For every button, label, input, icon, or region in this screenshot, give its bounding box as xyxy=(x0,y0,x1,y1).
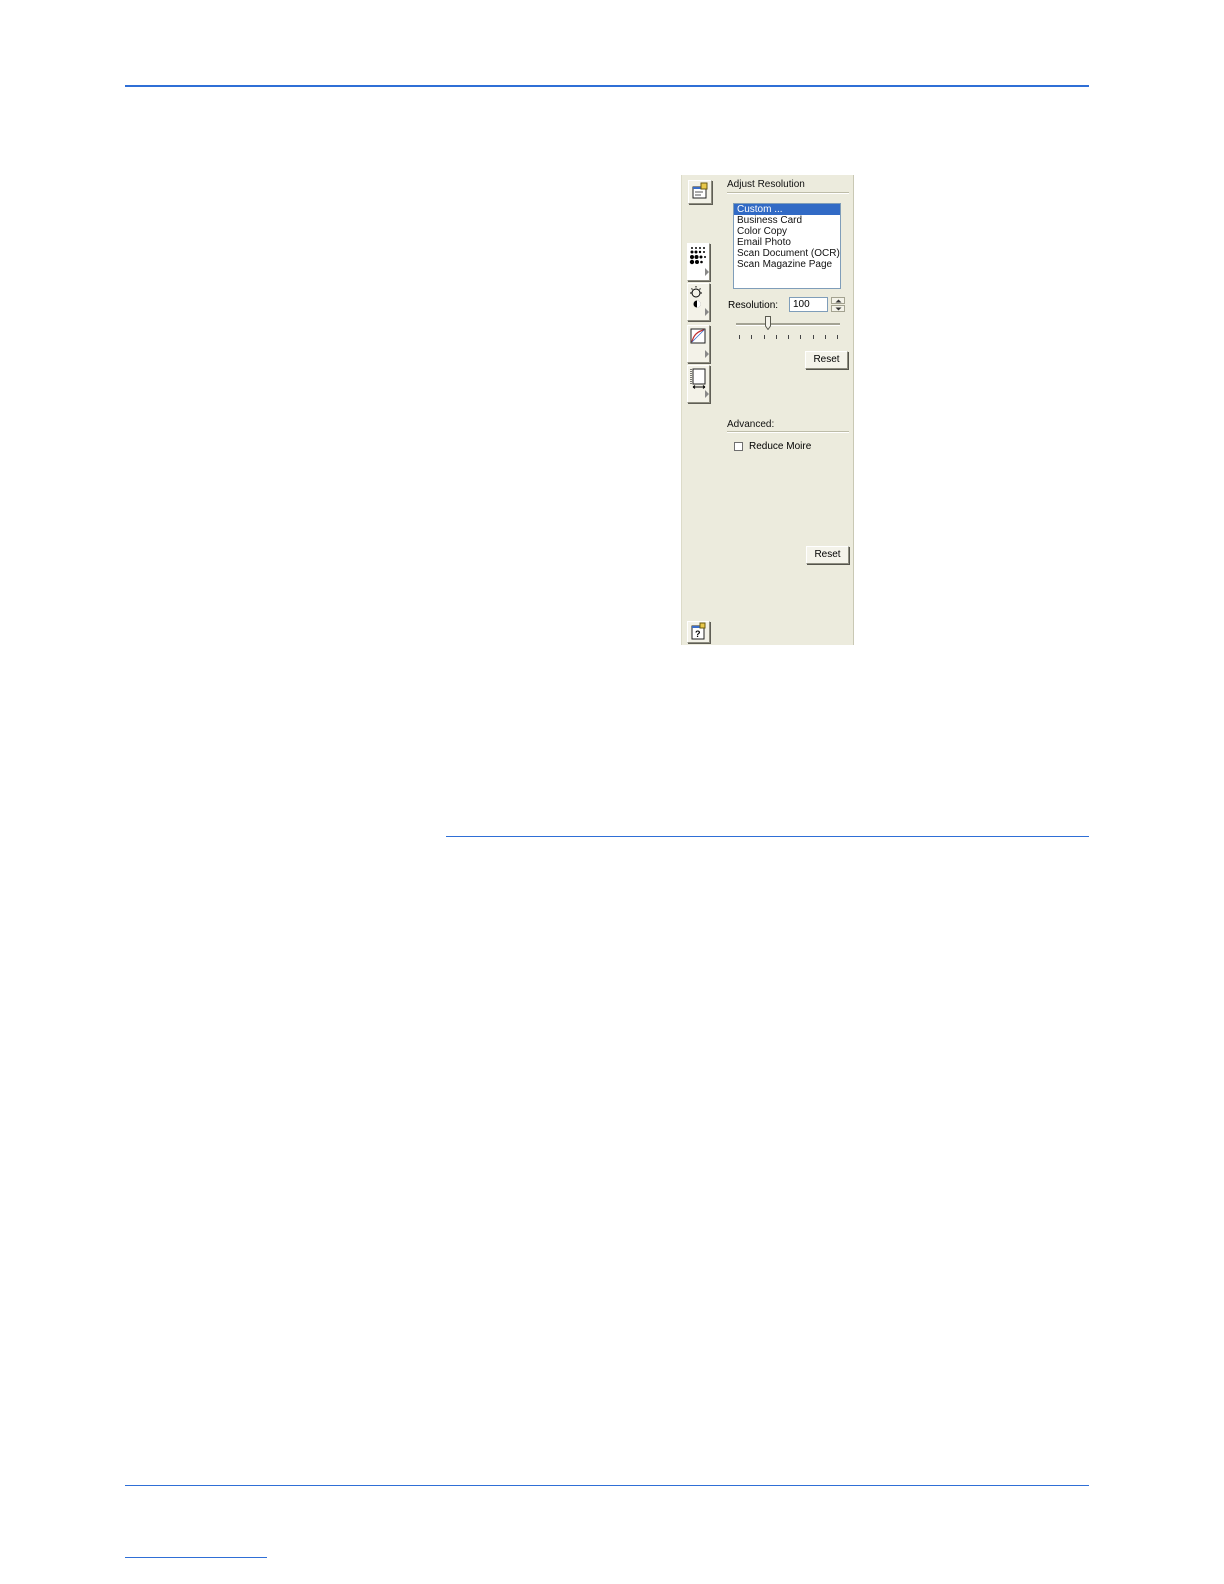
arrow-down-icon xyxy=(835,307,842,311)
preset-item-color-copy[interactable]: Color Copy xyxy=(734,226,840,237)
tab-gamma[interactable] xyxy=(687,325,710,363)
arrow-up-icon xyxy=(835,299,842,303)
header-rule xyxy=(125,85,1089,87)
reset-advanced-button[interactable]: Reset xyxy=(806,546,849,564)
resolution-input[interactable]: 100 xyxy=(789,297,828,312)
slider-tick xyxy=(763,335,765,339)
size-crop-icon xyxy=(690,368,709,398)
preset-item-email-photo[interactable]: Email Photo xyxy=(734,237,840,248)
section-rule xyxy=(446,836,1089,837)
preset-item-business-card[interactable]: Business Card xyxy=(734,215,840,226)
slider-track xyxy=(736,323,840,326)
reduce-moire-checkbox[interactable] xyxy=(734,442,743,451)
slider-tick xyxy=(775,335,777,339)
svg-text:?: ? xyxy=(695,629,701,639)
settings-button[interactable] xyxy=(688,180,712,204)
resolution-label: Resolution: xyxy=(728,300,779,311)
resolution-slider[interactable] xyxy=(736,313,840,343)
tab-brightness[interactable] xyxy=(687,283,710,321)
footer-rule xyxy=(125,1485,1089,1486)
settings-icon xyxy=(692,182,708,199)
slider-tick xyxy=(812,335,814,339)
tab-size[interactable] xyxy=(687,365,710,403)
footer-short-rule xyxy=(125,1557,267,1558)
help-button[interactable]: ? xyxy=(687,621,710,643)
slider-tick xyxy=(788,335,789,339)
slider-tick xyxy=(751,335,753,339)
resolution-spinner[interactable] xyxy=(831,297,845,312)
preset-listbox[interactable]: Custom ... Business Card Color Copy Emai… xyxy=(733,203,841,289)
adjust-resolution-divider xyxy=(727,192,849,194)
scanner-advanced-panel: Adjust Resolution Custom ... Business Ca… xyxy=(681,175,854,645)
spin-up-button[interactable] xyxy=(831,297,845,304)
slider-tick xyxy=(837,335,838,339)
preset-item-scan-magazine[interactable]: Scan Magazine Page xyxy=(734,259,840,270)
spin-down-button[interactable] xyxy=(831,305,845,312)
adjust-resolution-title: Adjust Resolution xyxy=(727,179,805,190)
gamma-curve-icon xyxy=(690,328,709,358)
brightness-icon xyxy=(690,286,709,316)
slider-thumb[interactable] xyxy=(765,316,772,331)
slider-tick xyxy=(800,335,802,339)
reduce-moire-label: Reduce Moire xyxy=(749,441,812,452)
help-icon: ? xyxy=(691,622,706,640)
slider-tick xyxy=(824,335,826,339)
preset-item-scan-document[interactable]: Scan Document (OCR) xyxy=(734,248,840,259)
reset-resolution-button[interactable]: Reset xyxy=(805,351,848,369)
preset-item-custom[interactable]: Custom ... xyxy=(734,204,840,215)
advanced-divider xyxy=(727,431,849,433)
resolution-dots-icon xyxy=(689,247,709,276)
advanced-title: Advanced: xyxy=(727,419,775,430)
tab-resolution[interactable] xyxy=(687,243,710,281)
slider-tick xyxy=(739,335,740,339)
